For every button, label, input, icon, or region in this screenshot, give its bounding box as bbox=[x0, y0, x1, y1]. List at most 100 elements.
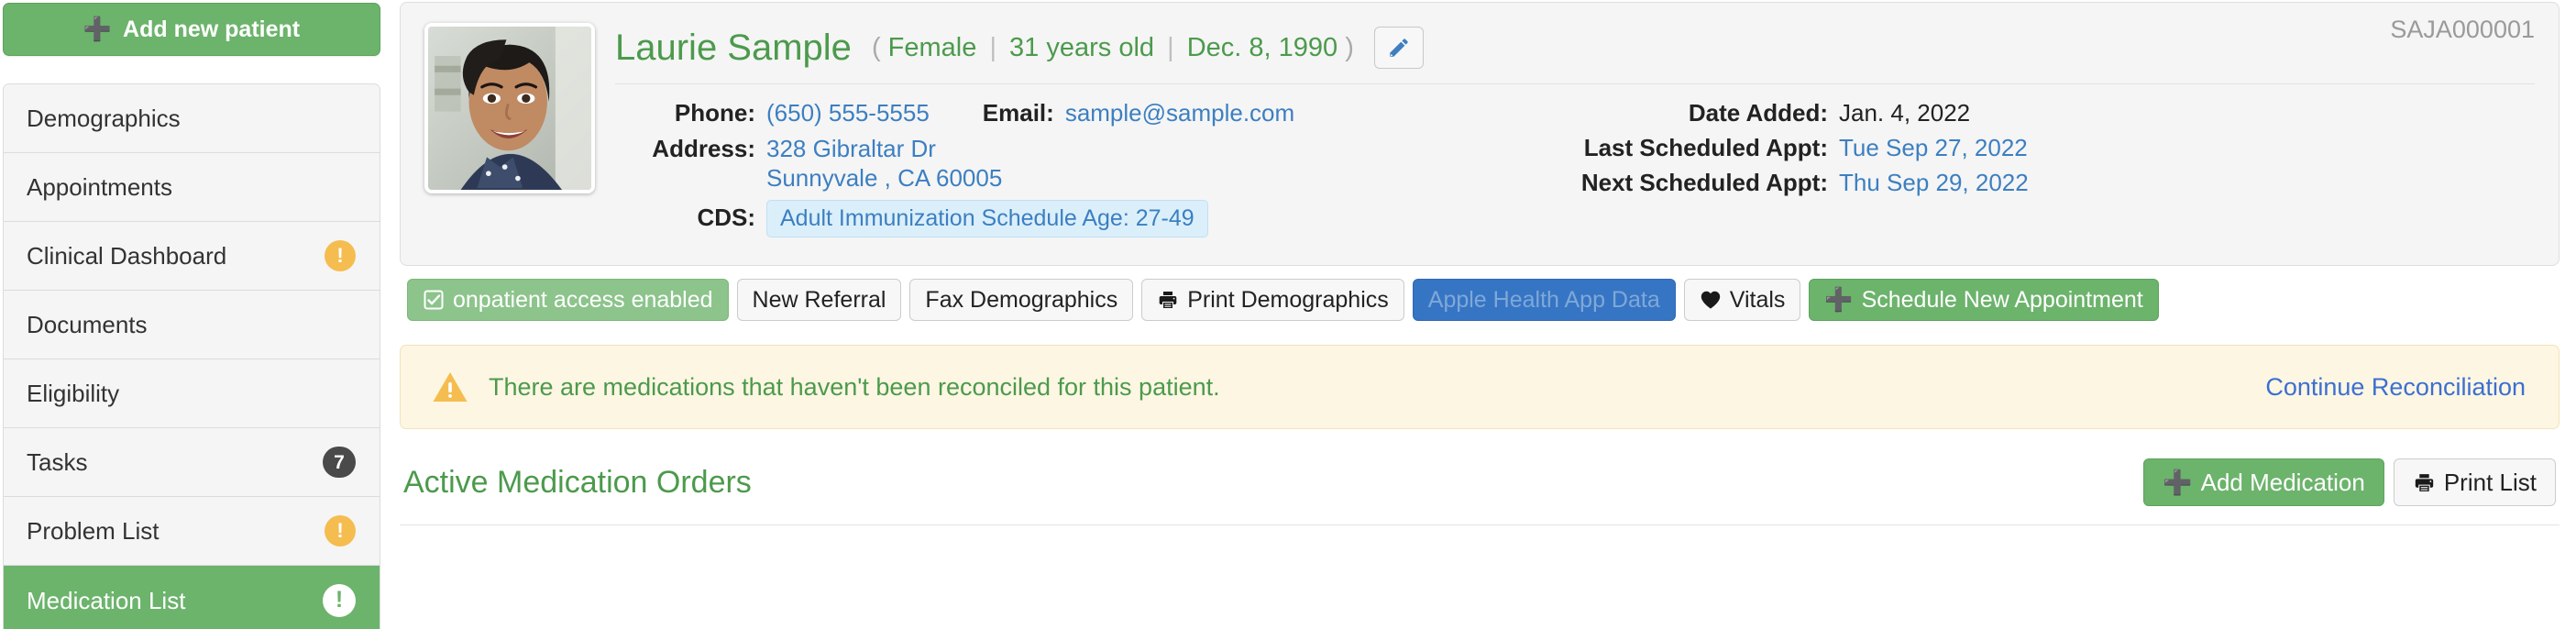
patient-demographics-summary: ( Female | 31 years old | Dec. 8, 1990 ) bbox=[871, 32, 1354, 62]
cds-label: CDS: bbox=[697, 204, 755, 231]
onpatient-access-button[interactable]: onpatient access enabled bbox=[407, 279, 729, 322]
sidebar-item-label: Tasks bbox=[27, 448, 88, 476]
last-appointment-label: Last Scheduled Appt: bbox=[1583, 134, 1828, 161]
patient-sex: Female bbox=[887, 32, 977, 62]
patient-chart-screen: ➕ Add new patient Demographics Appointme… bbox=[0, 0, 2576, 629]
section-divider bbox=[400, 524, 2559, 526]
sidebar-item-label: Clinical Dashboard bbox=[27, 242, 227, 270]
new-referral-button[interactable]: New Referral bbox=[736, 279, 902, 322]
patient-id: SAJA000001 bbox=[2390, 16, 2535, 43]
patient-contact-column: Phone: (650) 555-5555 Email: sample@samp… bbox=[615, 99, 1536, 245]
meta-separator: | bbox=[989, 32, 996, 62]
plus-icon: ➕ bbox=[1824, 286, 1854, 313]
date-added-label: Date Added: bbox=[1688, 99, 1828, 127]
task-count-badge: 7 bbox=[323, 447, 356, 478]
warning-badge-icon: ! bbox=[325, 240, 356, 271]
date-added-row: Date Added: Jan. 4, 2022 bbox=[1536, 99, 2535, 127]
paren-open: ( bbox=[871, 32, 881, 62]
continue-reconciliation-link[interactable]: Continue Reconciliation bbox=[2265, 374, 2526, 400]
address-line-2[interactable]: Sunnyvale , CA 60005 bbox=[766, 163, 1002, 193]
print-list-button[interactable]: Print List bbox=[2393, 458, 2556, 507]
email-label: Email: bbox=[982, 99, 1054, 127]
warning-badge-icon: ! bbox=[325, 515, 356, 546]
address-label: Address: bbox=[652, 135, 755, 162]
sidebar-item-clinical-dashboard[interactable]: Clinical Dashboard ! bbox=[4, 222, 380, 291]
last-appointment-row: Last Scheduled Appt: Tue Sep 27, 2022 bbox=[1536, 134, 2535, 161]
patient-dates-column: Date Added: Jan. 4, 2022 Last Scheduled … bbox=[1536, 99, 2535, 245]
patient-name-row: Laurie Sample ( Female | 31 years old | … bbox=[615, 25, 2535, 71]
address-row: Address: 328 Gibraltar Dr Sunnyvale , CA… bbox=[615, 134, 1536, 193]
sidebar-item-problem-list[interactable]: Problem List ! bbox=[4, 497, 380, 566]
cds-badge[interactable]: Adult Immunization Schedule Age: 27-49 bbox=[766, 200, 1208, 238]
sidebar-item-label: Problem List bbox=[27, 517, 160, 545]
printer-icon bbox=[1157, 289, 1179, 311]
printer-icon bbox=[2413, 471, 2436, 494]
sidebar-item-label: Eligibility bbox=[27, 380, 120, 407]
cds-row: CDS: Adult Immunization Schedule Age: 27… bbox=[615, 200, 1536, 238]
patient-details: Laurie Sample ( Female | 31 years old | … bbox=[615, 23, 2535, 245]
heart-icon bbox=[1700, 290, 1722, 310]
warning-badge-icon: ! bbox=[323, 583, 356, 617]
medication-reconciliation-alert: There are medications that haven't been … bbox=[400, 345, 2559, 430]
sidebar-item-label: Appointments bbox=[27, 173, 172, 201]
address-line-1[interactable]: 328 Gibraltar Dr bbox=[766, 134, 1002, 163]
add-medication-button[interactable]: ➕ Add Medication bbox=[2143, 458, 2384, 507]
sidebar-item-label: Documents bbox=[27, 311, 148, 338]
warning-triangle-icon bbox=[432, 370, 468, 403]
next-appointment-row: Next Scheduled Appt: Thu Sep 29, 2022 bbox=[1536, 169, 2535, 196]
print-list-label: Print List bbox=[2443, 469, 2537, 497]
phone-label: Phone: bbox=[674, 99, 755, 127]
sidebar-item-demographics[interactable]: Demographics bbox=[4, 84, 380, 153]
sidebar: ➕ Add new patient Demographics Appointme… bbox=[0, 0, 383, 629]
sidebar-item-eligibility[interactable]: Eligibility bbox=[4, 359, 380, 428]
address-value: 328 Gibraltar Dr Sunnyvale , CA 60005 bbox=[766, 134, 1002, 193]
schedule-new-appointment-label: Schedule New Appointment bbox=[1861, 286, 2143, 313]
last-appointment-value[interactable]: Tue Sep 27, 2022 bbox=[1839, 134, 2028, 161]
patient-age: 31 years old bbox=[1009, 32, 1155, 62]
new-referral-label: New Referral bbox=[752, 286, 886, 313]
add-new-patient-label: Add new patient bbox=[123, 16, 301, 42]
print-demographics-label: Print Demographics bbox=[1187, 286, 1389, 313]
sidebar-item-appointments[interactable]: Appointments bbox=[4, 153, 380, 222]
apple-health-app-data-button[interactable]: Apple Health App Data bbox=[1412, 279, 1676, 322]
print-demographics-button[interactable]: Print Demographics bbox=[1141, 279, 1404, 322]
main-content: SAJA000001 Laurie Sample (Female | 31 y… bbox=[383, 0, 2576, 629]
next-appointment-label: Next Scheduled Appt: bbox=[1580, 169, 1828, 196]
patient-summary-card: SAJA000001 Laurie Sample (Female | 31 y… bbox=[400, 2, 2559, 267]
active-medication-orders-header: Active Medication Orders ➕ Add Medicatio… bbox=[400, 458, 2559, 507]
checkbox-checked-icon bbox=[423, 289, 445, 311]
vitals-button[interactable]: Vitals bbox=[1683, 279, 1801, 322]
sidebar-nav: Demographics Appointments Clinical Dashb… bbox=[3, 83, 380, 629]
section-title: Active Medication Orders bbox=[403, 465, 752, 501]
fax-demographics-button[interactable]: Fax Demographics bbox=[909, 279, 1134, 322]
avatar bbox=[424, 23, 595, 193]
pencil-icon bbox=[1387, 36, 1411, 60]
sidebar-item-medication-list[interactable]: Medication List ! bbox=[4, 566, 380, 629]
page-title: Laurie Sample bbox=[615, 28, 852, 68]
apple-health-app-data-label: Apple Health App Data bbox=[1427, 286, 1660, 313]
plus-icon: ➕ bbox=[2163, 469, 2193, 497]
next-appointment-value[interactable]: Thu Sep 29, 2022 bbox=[1839, 169, 2029, 196]
fax-demographics-label: Fax Demographics bbox=[925, 286, 1118, 313]
section-actions: ➕ Add Medication Print List bbox=[2143, 458, 2556, 507]
sidebar-item-tasks[interactable]: Tasks 7 bbox=[4, 428, 380, 497]
schedule-new-appointment-button[interactable]: ➕ Schedule New Appointment bbox=[1809, 279, 2159, 322]
sidebar-item-documents[interactable]: Documents bbox=[4, 291, 380, 359]
email-value[interactable]: sample@sample.com bbox=[1065, 99, 1294, 127]
vitals-label: Vitals bbox=[1729, 286, 1786, 313]
patient-info-grid: Phone: (650) 555-5555 Email: sample@samp… bbox=[615, 99, 2535, 245]
sidebar-item-label: Medication List bbox=[27, 586, 186, 614]
alert-message-group: There are medications that haven't been … bbox=[432, 370, 1220, 403]
plus-icon: ➕ bbox=[83, 16, 113, 42]
card-divider bbox=[615, 83, 2535, 84]
add-new-patient-button[interactable]: ➕ Add new patient bbox=[3, 3, 380, 56]
date-added-value: Jan. 4, 2022 bbox=[1839, 99, 1971, 127]
edit-patient-button[interactable] bbox=[1373, 27, 1424, 69]
meta-separator: | bbox=[1167, 32, 1174, 62]
alert-message: There are medications that haven't been … bbox=[489, 372, 1220, 401]
phone-value[interactable]: (650) 555-5555 bbox=[766, 99, 930, 127]
add-medication-label: Add Medication bbox=[2200, 469, 2365, 497]
phone-row: Phone: (650) 555-5555 Email: sample@samp… bbox=[615, 99, 1536, 127]
patient-dob: Dec. 8, 1990 bbox=[1186, 32, 1338, 62]
paren-close: ) bbox=[1345, 32, 1354, 62]
